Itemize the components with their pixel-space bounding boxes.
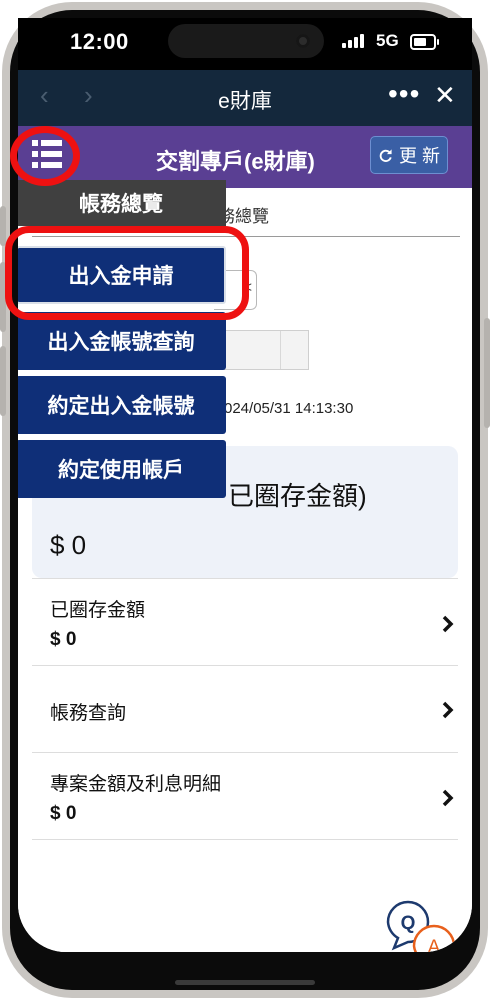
phone-side-button — [0, 346, 6, 416]
menu-item-account-overview[interactable]: 帳務總覽 — [18, 180, 226, 226]
qa-chat-button[interactable]: Q A — [384, 898, 458, 952]
list-item-value: $ 0 — [50, 629, 77, 650]
menu-item-designated-account[interactable]: 約定出入金帳號 — [18, 376, 226, 434]
page-title: 交割專戶(e財庫) — [156, 149, 315, 174]
query-timestamp: 024/05/31 14:13:30 — [224, 400, 354, 417]
chevron-right-icon — [442, 615, 454, 633]
list-item-value: $ 0 — [50, 803, 77, 824]
chevron-right-icon — [442, 701, 454, 719]
browser-toolbar: ‹ › e財庫 ••• ✕ — [18, 70, 472, 126]
status-bar: 12:00 5G — [18, 18, 472, 70]
phone-power-button — [484, 318, 490, 428]
menu-item-deposit-account-inquiry[interactable]: 出入金帳號查詢 — [18, 312, 226, 370]
qa-a-label: A — [428, 937, 441, 952]
phone-side-button — [0, 206, 6, 246]
close-icon[interactable]: ✕ — [434, 80, 456, 111]
list-item-label: 已圈存金額 — [50, 600, 146, 621]
more-dots-icon[interactable]: ••• — [388, 78, 420, 110]
qa-q-label: Q — [401, 913, 416, 934]
network-type: 5G — [376, 31, 399, 50]
refresh-icon — [379, 148, 392, 162]
summary-amount: $ 0 — [50, 530, 87, 560]
dynamic-island — [168, 24, 324, 58]
camera-icon — [296, 34, 310, 48]
highlight-circle-annotation — [10, 126, 80, 186]
battery-icon — [410, 34, 439, 50]
refresh-button[interactable]: 更 新 — [370, 136, 448, 174]
list-item-project-interest[interactable]: 專案金額及利息明細 $ 0 — [32, 753, 458, 840]
menu-item-designated-usage-account[interactable]: 約定使用帳戶 — [18, 440, 226, 498]
list-item-account-inquiry[interactable]: 帳務查詢 — [32, 666, 458, 753]
signal-icon — [342, 34, 364, 48]
chevron-right-icon — [442, 789, 454, 807]
refresh-label: 更 新 — [398, 146, 440, 166]
list-item-label: 專案金額及利息明細 — [50, 774, 222, 795]
summary-title: 已圈存金額) — [228, 481, 367, 511]
date-range-field[interactable] — [214, 330, 309, 370]
phone-screen: 12:00 5G ‹ › e財庫 ••• ✕ 交割專戶(e財庫) 更 新 務總覽… — [18, 18, 472, 952]
list-item-frozen-amount[interactable]: 已圈存金額 $ 0 — [32, 579, 458, 666]
list-item-label: 帳務查詢 — [50, 703, 127, 724]
app-header: 交割專戶(e財庫) 更 新 — [18, 126, 472, 188]
highlight-rect-annotation — [5, 226, 249, 320]
home-indicator — [175, 980, 315, 985]
status-time: 12:00 — [70, 29, 129, 54]
